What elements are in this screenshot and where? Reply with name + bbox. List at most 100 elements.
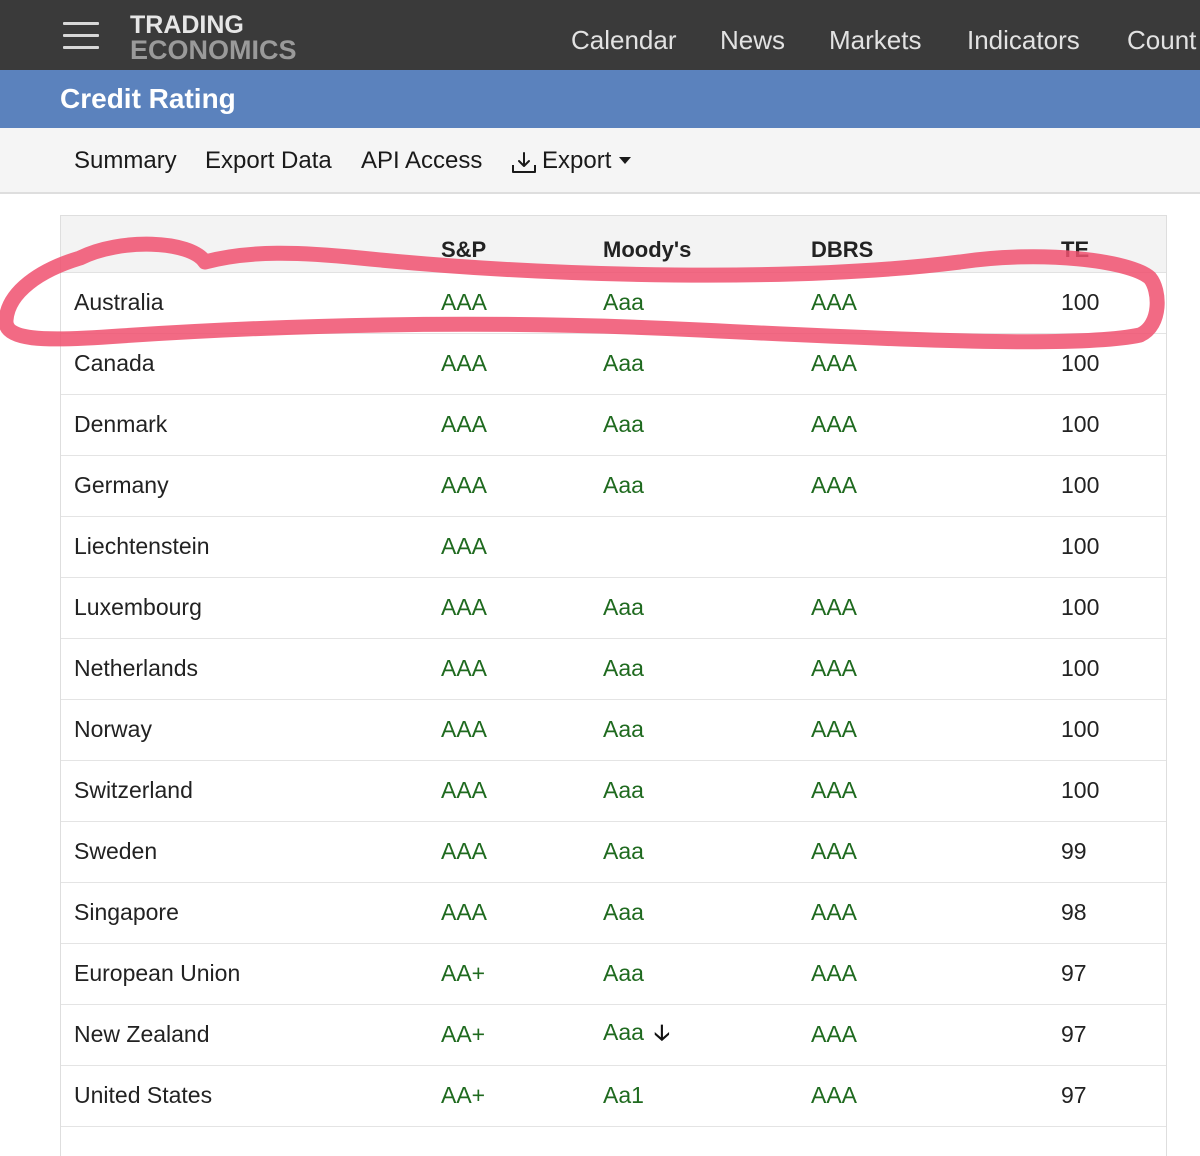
moodys-rating[interactable]: Aa1 — [603, 1065, 811, 1127]
credit-rating-table: S&P Moody's DBRS TE Australia AAA Aaa AA… — [60, 215, 1167, 1156]
hamburger-menu-icon[interactable] — [63, 22, 99, 50]
nav-calendar[interactable]: Calendar — [571, 24, 677, 56]
nav-news[interactable]: News — [720, 24, 785, 56]
te-score: 98 — [1061, 882, 1166, 944]
country-link[interactable]: United States — [61, 1065, 441, 1127]
moodys-rating[interactable]: Aaa — [603, 1019, 644, 1045]
moodys-rating[interactable]: Aaa — [603, 943, 811, 1005]
sp-rating[interactable]: AAA — [441, 394, 603, 456]
country-link[interactable]: Australia — [61, 272, 441, 334]
country-link[interactable]: Canada — [61, 333, 441, 395]
te-score — [1061, 1126, 1166, 1156]
country-link[interactable]: Singapore — [61, 882, 441, 944]
moodys-rating[interactable] — [603, 516, 811, 578]
dbrs-rating[interactable]: AAA — [811, 821, 1061, 883]
te-score: 100 — [1061, 516, 1166, 578]
dbrs-rating[interactable]: AAA — [811, 333, 1061, 395]
header-country — [61, 216, 441, 273]
country-link[interactable]: Sweden — [61, 821, 441, 883]
table-row: Norway AAA Aaa AAA 100 — [61, 699, 1166, 761]
dbrs-rating[interactable]: AAA — [811, 760, 1061, 822]
dbrs-rating[interactable]: AAA — [811, 699, 1061, 761]
moodys-rating[interactable]: Aaa — [603, 333, 811, 395]
moodys-rating[interactable]: Aaa — [603, 638, 811, 700]
arrow-down-icon: 🡣 — [653, 1019, 670, 1045]
sp-rating[interactable]: AAA — [441, 333, 603, 395]
sp-rating[interactable] — [441, 1126, 603, 1156]
header-sp[interactable]: S&P — [441, 216, 603, 273]
country-link[interactable]: Germany — [61, 455, 441, 517]
nav-indicators[interactable]: Indicators — [967, 24, 1080, 56]
api-access-link[interactable]: API Access — [361, 146, 482, 176]
sp-rating[interactable]: AAA — [441, 272, 603, 334]
sp-rating[interactable]: AA+ — [441, 943, 603, 1005]
country-link[interactable]: Norway — [61, 699, 441, 761]
moodys-rating[interactable]: Aaa — [603, 455, 811, 517]
dbrs-rating[interactable]: AAA — [811, 638, 1061, 700]
page-title: Credit Rating — [60, 83, 236, 114]
country-link[interactable]: European Union — [61, 943, 441, 1005]
te-score: 100 — [1061, 333, 1166, 395]
country-link[interactable]: Switzerland — [61, 760, 441, 822]
moodys-rating[interactable]: Aaa — [603, 821, 811, 883]
dbrs-rating[interactable] — [811, 516, 1061, 578]
table-row: Singapore AAA Aaa AAA 98 — [61, 882, 1166, 944]
te-score: 100 — [1061, 760, 1166, 822]
sp-rating[interactable]: AAA — [441, 516, 603, 578]
header-te[interactable]: TE — [1061, 216, 1166, 273]
summary-link[interactable]: Summary — [74, 146, 177, 176]
dbrs-rating[interactable]: AAA — [811, 272, 1061, 334]
dbrs-rating[interactable]: AAA — [811, 1004, 1061, 1066]
table-row: Switzerland AAA Aaa AAA 100 — [61, 760, 1166, 822]
country-link[interactable]: Luxembourg — [61, 577, 441, 639]
sp-rating[interactable]: AAA — [441, 821, 603, 883]
country-link[interactable]: Denmark — [61, 394, 441, 456]
table-row: Netherlands AAA Aaa AAA 100 — [61, 638, 1166, 700]
trading-economics-logo[interactable]: TRADING ECONOMICS — [130, 13, 297, 65]
title-bar: Credit Rating — [0, 70, 1200, 128]
dbrs-rating[interactable] — [811, 1126, 1061, 1156]
nav-markets[interactable]: Markets — [829, 24, 921, 56]
dbrs-rating[interactable]: AAA — [811, 394, 1061, 456]
export-dropdown[interactable]: Export — [542, 146, 611, 176]
country-link[interactable]: Netherlands — [61, 638, 441, 700]
sp-rating[interactable]: AA+ — [441, 1004, 603, 1066]
sp-rating[interactable]: AAA — [441, 760, 603, 822]
dbrs-rating[interactable]: AAA — [811, 1065, 1061, 1127]
table-row: Liechtenstein AAA 100 — [61, 516, 1166, 578]
moodys-rating[interactable]: Aaa — [603, 760, 811, 822]
table-row: Denmark AAA Aaa AAA 100 — [61, 394, 1166, 456]
country-link[interactable] — [61, 1126, 441, 1156]
sp-rating[interactable]: AAA — [441, 455, 603, 517]
sp-rating[interactable]: AAA — [441, 638, 603, 700]
dbrs-rating[interactable]: AAA — [811, 455, 1061, 517]
header-dbrs[interactable]: DBRS — [811, 216, 1061, 273]
table-row-partial — [61, 1126, 1166, 1156]
te-score: 100 — [1061, 394, 1166, 456]
nav-countries[interactable]: Count — [1127, 24, 1196, 56]
moodys-rating[interactable]: Aaa — [603, 882, 811, 944]
moodys-rating[interactable]: Aaa — [603, 394, 811, 456]
caret-down-icon[interactable] — [619, 157, 631, 164]
download-icon[interactable] — [511, 151, 537, 175]
te-score: 100 — [1061, 577, 1166, 639]
sp-rating[interactable]: AAA — [441, 699, 603, 761]
country-link[interactable]: Liechtenstein — [61, 516, 441, 578]
sp-rating[interactable]: AAA — [441, 882, 603, 944]
table-row: Canada AAA Aaa AAA 100 — [61, 333, 1166, 395]
header-moodys[interactable]: Moody's — [603, 216, 811, 273]
moodys-rating[interactable] — [603, 1126, 811, 1156]
dbrs-rating[interactable]: AAA — [811, 943, 1061, 1005]
logo-line-2: ECONOMICS — [130, 35, 297, 65]
dbrs-rating[interactable]: AAA — [811, 882, 1061, 944]
moodys-rating[interactable]: Aaa — [603, 577, 811, 639]
export-data-link[interactable]: Export Data — [205, 146, 332, 176]
sp-rating[interactable]: AA+ — [441, 1065, 603, 1127]
moodys-rating[interactable]: Aaa — [603, 272, 811, 334]
dbrs-rating[interactable]: AAA — [811, 577, 1061, 639]
country-link[interactable]: New Zealand — [61, 1004, 441, 1066]
sp-rating[interactable]: AAA — [441, 577, 603, 639]
table-row: Luxembourg AAA Aaa AAA 100 — [61, 577, 1166, 639]
moodys-rating[interactable]: Aaa — [603, 699, 811, 761]
moodys-rating-cell[interactable]: Aaa 🡣 — [603, 1004, 811, 1066]
